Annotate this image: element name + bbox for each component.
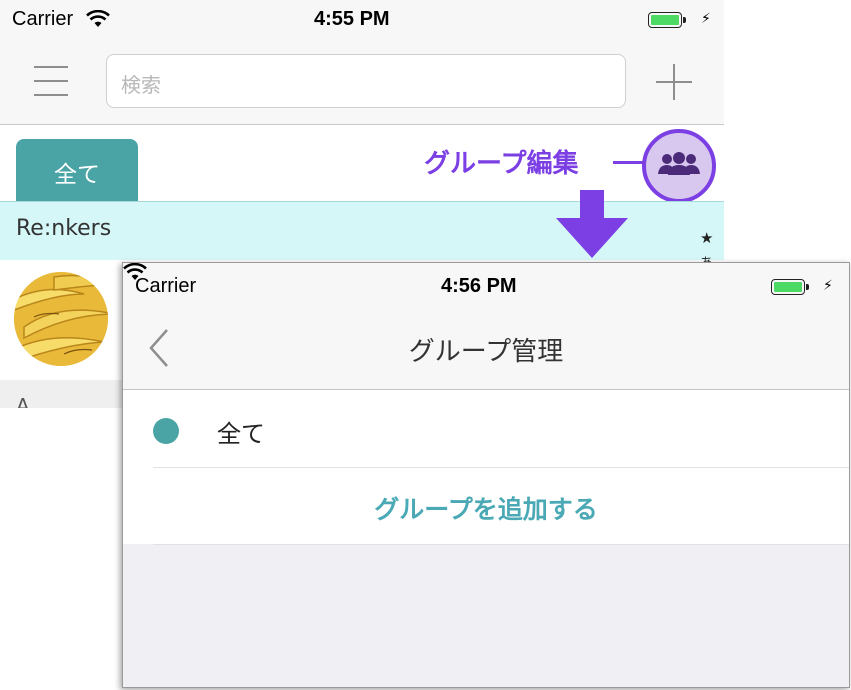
status-time: 4:56 PM: [441, 275, 517, 297]
wifi-icon: [86, 10, 110, 27]
avatar: [14, 272, 108, 366]
page-title: グループ管理: [408, 337, 564, 367]
nav-bar: 検索: [0, 42, 724, 125]
divider: [153, 544, 849, 545]
add-group-label: グループを追加する: [374, 495, 598, 524]
index-star[interactable]: ★: [700, 229, 713, 247]
tab-all[interactable]: 全て: [16, 139, 138, 201]
charging-icon: ⚡: [823, 278, 833, 294]
battery-icon: [771, 279, 809, 295]
group-management-screen: Carrier 4:56 PM ⚡ グループ管理 全て グループを追加する: [122, 262, 850, 688]
add-group-button[interactable]: グループを追加する: [123, 468, 849, 544]
plus-icon[interactable]: [656, 64, 692, 100]
section-letter: A: [16, 394, 30, 408]
group-name: Re:nkers: [16, 216, 112, 241]
down-arrow-icon: [556, 190, 628, 258]
carrier-label: Carrier: [12, 8, 74, 30]
group-edit-button[interactable]: [642, 129, 716, 203]
status-bar: Carrier 4:56 PM ⚡: [123, 263, 849, 307]
list-item[interactable]: 全て: [123, 390, 849, 467]
carrier-label: Carrier: [135, 275, 197, 297]
status-time: 4:55 PM: [314, 8, 390, 30]
search-placeholder: 検索: [121, 73, 161, 97]
group-edit-annotation: グループ編集: [424, 149, 579, 179]
group-list: 全て グループを追加する: [123, 390, 849, 545]
charging-icon: ⚡: [701, 11, 711, 27]
tab-all-label: 全て: [54, 162, 100, 188]
group-icon: [658, 152, 700, 175]
annotation-pointer: [613, 161, 643, 164]
battery-icon: [648, 12, 686, 28]
nav-bar: グループ管理: [123, 307, 849, 390]
group-color-dot: [153, 418, 179, 444]
status-bar: Carrier 4:55 PM ⚡: [0, 0, 724, 42]
menu-icon[interactable]: [34, 64, 68, 98]
search-input[interactable]: 検索: [106, 54, 626, 108]
group-label: 全て: [217, 420, 265, 448]
